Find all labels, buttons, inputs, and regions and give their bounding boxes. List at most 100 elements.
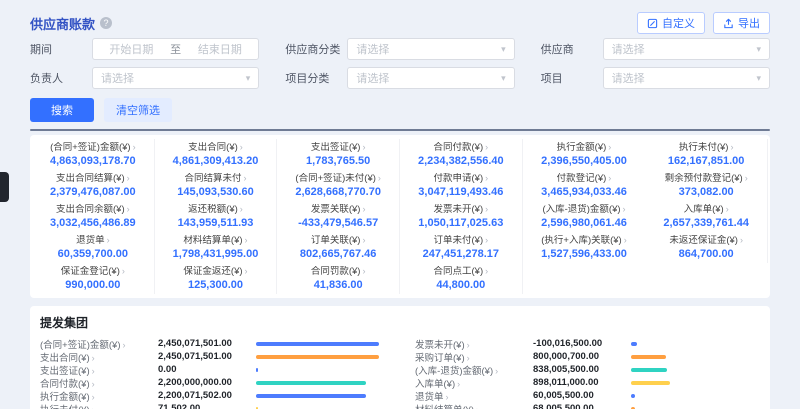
metric-card[interactable]: 发票未开(¥) 1,050,117,025.63 bbox=[400, 201, 523, 232]
metric-label: 保证金返还(¥) bbox=[183, 266, 242, 277]
chevron-right-icon bbox=[92, 366, 95, 376]
metric-card[interactable]: 支出合同(¥) 4,861,309,413.20 bbox=[155, 139, 278, 170]
export-button[interactable]: 导出 bbox=[713, 12, 770, 34]
metric-label: 合同点工(¥) bbox=[434, 266, 484, 277]
metric-card[interactable]: 保证金登记(¥) 990,000.00 bbox=[32, 263, 155, 294]
metric-card[interactable]: 材料结算单(¥) 1,798,431,995.00 bbox=[155, 232, 278, 263]
metric-card[interactable]: 入库单(¥) 2,657,339,761.44 bbox=[645, 201, 768, 232]
filter-field-project-category: 项目分类 请选择 bbox=[285, 67, 514, 89]
metric-bar bbox=[256, 394, 366, 398]
metric-card[interactable]: (入库-退货)金额(¥) 2,596,980,061.46 bbox=[523, 201, 646, 232]
metric-card[interactable]: 支出合同余额(¥) 3,032,456,486.89 bbox=[32, 201, 155, 232]
project-category-select[interactable]: 请选择 bbox=[347, 67, 514, 89]
metric-card[interactable]: 执行金额(¥) 2,396,550,405.00 bbox=[523, 139, 646, 170]
metric-card[interactable]: 执行未付(¥) 162,167,851.00 bbox=[645, 139, 768, 170]
group-metric-row[interactable]: 材料结算单(¥) 68,005,500.00 bbox=[415, 402, 760, 409]
group-panel: 提发集团 (合同+签证)金额(¥) 2,450,071,501.00 支出合同(… bbox=[30, 306, 770, 409]
group-metric-row[interactable]: (入库-退货)金额(¥) 838,005,500.00 bbox=[415, 363, 760, 376]
metric-card[interactable]: 订单关联(¥) 802,665,767.46 bbox=[277, 232, 400, 263]
filter-field-project: 项目 请选择 bbox=[541, 67, 770, 89]
metric-card[interactable]: 退货单 60,359,700.00 bbox=[32, 232, 155, 263]
period-daterange-input[interactable]: 开始日期 至 结束日期 bbox=[92, 38, 259, 60]
chevron-right-icon bbox=[446, 392, 449, 402]
metric-card[interactable]: 返还税额(¥) 143,959,511.93 bbox=[155, 201, 278, 232]
project-select[interactable]: 请选择 bbox=[603, 67, 770, 89]
metric-label: (入库-退货)金额(¥) bbox=[542, 204, 620, 215]
export-icon bbox=[723, 18, 734, 29]
metric-card[interactable]: 订单未付(¥) 247,451,278.17 bbox=[400, 232, 523, 263]
metric-card[interactable]: 付款申请(¥) 3,047,119,493.46 bbox=[400, 170, 523, 201]
metric-value: 2,596,980,061.46 bbox=[527, 218, 642, 229]
metric-card[interactable]: (合同+签证)金额(¥) 4,863,093,178.70 bbox=[32, 139, 155, 170]
filter-label: 供应商 bbox=[541, 41, 603, 57]
metric-card[interactable]: 合同结算未付 145,093,530.60 bbox=[155, 170, 278, 201]
metric-bar bbox=[631, 342, 637, 346]
chevron-right-icon bbox=[92, 392, 95, 402]
period-end-placeholder[interactable]: 结束日期 bbox=[198, 41, 242, 57]
sidebar-expand-handle[interactable] bbox=[0, 172, 9, 202]
filter-actions: 搜索 清空筛选 bbox=[30, 98, 770, 122]
chevron-right-icon bbox=[485, 142, 488, 152]
chevron-right-icon bbox=[127, 204, 130, 214]
metric-card[interactable]: 发票关联(¥) -433,479,546.57 bbox=[277, 201, 400, 232]
search-button[interactable]: 搜索 bbox=[30, 98, 94, 122]
group-metric-row[interactable]: 合同付款(¥) 2,200,000,000.00 bbox=[40, 376, 385, 389]
filter-field-supplier-category: 供应商分类 请选择 bbox=[285, 38, 514, 60]
select-placeholder: 请选择 bbox=[356, 70, 389, 86]
group-metric-row[interactable]: 入库单(¥) 898,011,000.00 bbox=[415, 376, 760, 389]
metric-card[interactable]: 付款登记(¥) 3,465,934,033.46 bbox=[523, 170, 646, 201]
metric-value: 2,234,382,556.40 bbox=[404, 156, 518, 167]
metric-card[interactable]: (合同+签证)未付(¥) 2,628,668,770.70 bbox=[277, 170, 400, 201]
metric-card[interactable]: 支出签证(¥) 1,783,765.50 bbox=[277, 139, 400, 170]
group-metric-row[interactable]: 采购订单(¥) 800,000,700.00 bbox=[415, 350, 760, 363]
filter-field-supplier: 供应商 请选择 bbox=[541, 38, 770, 60]
metric-value: 802,665,767.46 bbox=[281, 249, 395, 260]
row-value: 2,200,000,000.00 bbox=[158, 377, 256, 388]
metric-value: 143,959,511.93 bbox=[159, 218, 273, 229]
help-icon[interactable] bbox=[100, 17, 112, 29]
metric-card[interactable]: 合同罚款(¥) 41,836.00 bbox=[277, 263, 400, 294]
metric-card[interactable]: 合同付款(¥) 2,234,382,556.40 bbox=[400, 139, 523, 170]
owner-select[interactable]: 请选择 bbox=[92, 67, 259, 89]
metric-card[interactable]: (执行+入库)关联(¥) 1,527,596,433.00 bbox=[523, 232, 646, 263]
customize-label: 自定义 bbox=[662, 15, 695, 31]
metric-label: 执行金额(¥) bbox=[557, 142, 607, 153]
chevron-right-icon bbox=[122, 266, 125, 276]
metric-label: 剩余预付款登记(¥) bbox=[665, 173, 743, 184]
metric-label: 支出合同余额(¥) bbox=[56, 204, 125, 215]
filter-label: 负责人 bbox=[30, 70, 92, 86]
metric-value: 2,396,550,405.00 bbox=[527, 156, 642, 167]
chevron-right-icon bbox=[92, 379, 95, 389]
page-container: 供应商账款 自定义 导出 期间 开始日期 至 结束日期 bbox=[0, 0, 800, 409]
metric-value: 373,082.00 bbox=[649, 187, 763, 198]
metric-card[interactable]: 保证金返还(¥) 125,300.00 bbox=[155, 263, 278, 294]
clear-filters-button[interactable]: 清空筛选 bbox=[104, 98, 172, 122]
metric-card[interactable]: 剩余预付款登记(¥) 373,082.00 bbox=[645, 170, 768, 201]
group-metric-row[interactable]: 退货单 60,005,500.00 bbox=[415, 389, 760, 402]
supplier-select[interactable]: 请选择 bbox=[603, 38, 770, 60]
group-metric-row[interactable]: 支出合同(¥) 2,450,071,501.00 bbox=[40, 350, 385, 363]
chevron-right-icon bbox=[245, 235, 248, 245]
group-metric-row[interactable]: 支出签证(¥) 0.00 bbox=[40, 363, 385, 376]
metric-card[interactable]: 合同点工(¥) 44,800.00 bbox=[400, 263, 523, 294]
period-start-placeholder[interactable]: 开始日期 bbox=[109, 41, 153, 57]
metric-label: (执行+入库)关联(¥) bbox=[541, 235, 622, 246]
metric-value: 44,800.00 bbox=[404, 280, 518, 291]
chevron-right-icon bbox=[92, 353, 95, 363]
group-metric-row[interactable]: 执行未付(¥) 71,502.00 bbox=[40, 402, 385, 409]
group-metric-row[interactable]: 发票未开(¥) -100,016,500.00 bbox=[415, 337, 760, 350]
metric-label: 保证金登记(¥) bbox=[61, 266, 120, 277]
supplier-category-select[interactable]: 请选择 bbox=[347, 38, 514, 60]
metric-card[interactable]: 未返还保证金(¥) 864,700.00 bbox=[645, 232, 768, 263]
metric-value: 4,861,309,413.20 bbox=[159, 156, 273, 167]
group-metric-row[interactable]: (合同+签证)金额(¥) 2,450,071,501.00 bbox=[40, 337, 385, 350]
customize-button[interactable]: 自定义 bbox=[637, 12, 705, 34]
row-value: 68,005,500.00 bbox=[533, 403, 631, 409]
filter-panel: 期间 开始日期 至 结束日期 供应商分类 请选择 供应商 请选择 负责人 bbox=[30, 38, 770, 89]
chevron-down-icon bbox=[501, 73, 506, 84]
metric-card[interactable]: 支出合同结算(¥) 2,379,476,087.00 bbox=[32, 170, 155, 201]
metric-label: 支出合同(¥) bbox=[188, 142, 238, 153]
row-value: 800,000,700.00 bbox=[533, 351, 631, 362]
chevron-right-icon bbox=[624, 235, 627, 245]
group-metric-row[interactable]: 执行金额(¥) 2,200,071,502.00 bbox=[40, 389, 385, 402]
